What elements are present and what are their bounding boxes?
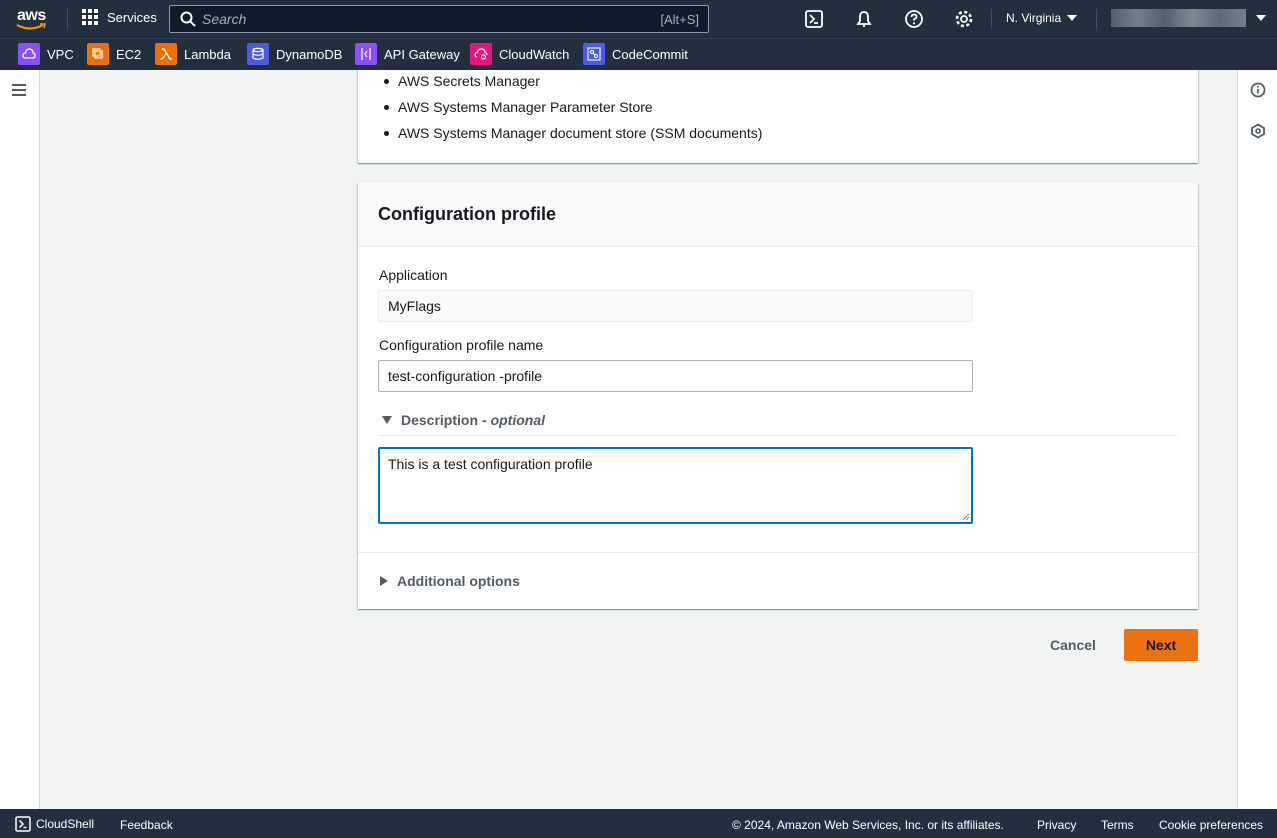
caret-down-icon bbox=[382, 416, 392, 424]
favorite-cloudwatch[interactable]: CloudWatch bbox=[470, 43, 569, 65]
description-expander[interactable]: Description - optional bbox=[382, 412, 545, 428]
search-placeholder: Search bbox=[202, 11, 247, 27]
footer: CloudShell Feedback © 2024, Amazon Web S… bbox=[0, 809, 1277, 838]
left-navigation-rail bbox=[0, 70, 40, 809]
favorites-bar: VPC EC2 Lambda DynamoDB API Gateway Clou… bbox=[0, 38, 1277, 70]
favorite-codecommit[interactable]: CodeCommit bbox=[583, 43, 688, 65]
nav-divider bbox=[67, 9, 68, 29]
main-content: AWS Secrets Manager AWS Systems Manager … bbox=[41, 70, 1237, 809]
divider bbox=[358, 552, 1198, 553]
services-menu-button[interactable]: Services bbox=[82, 9, 157, 25]
next-button[interactable]: Next bbox=[1124, 629, 1198, 661]
caret-down-icon bbox=[1067, 15, 1078, 21]
favorite-label: VPC bbox=[47, 46, 74, 62]
codecommit-icon bbox=[583, 43, 605, 65]
favorite-lambda[interactable]: Lambda bbox=[155, 43, 231, 65]
lambda-icon bbox=[155, 43, 177, 65]
application-field: MyFlags bbox=[378, 290, 973, 322]
account-caret-down-icon[interactable] bbox=[1256, 15, 1266, 21]
description-text: This is a test configuration profile bbox=[388, 456, 593, 472]
nav-divider bbox=[1096, 9, 1097, 29]
aws-logo[interactable]: aws bbox=[14, 6, 52, 32]
terms-link[interactable]: Terms bbox=[1101, 818, 1134, 832]
configuration-profile-panel: Configuration profile Application MyFlag… bbox=[358, 183, 1198, 609]
optional-hint: - optional bbox=[482, 412, 546, 428]
profile-name-input[interactable]: test-configuration -profile bbox=[378, 360, 973, 392]
source-list-card: AWS Secrets Manager AWS Systems Manager … bbox=[358, 70, 1198, 163]
privacy-link[interactable]: Privacy bbox=[1037, 818, 1076, 832]
list-item: AWS Secrets Manager bbox=[380, 70, 762, 96]
favorite-vpc[interactable]: VPC bbox=[18, 43, 74, 65]
favorite-label: API Gateway bbox=[384, 46, 460, 62]
dynamodb-icon bbox=[247, 43, 269, 65]
application-label: Application bbox=[379, 267, 448, 283]
source-list: AWS Secrets Manager AWS Systems Manager … bbox=[380, 70, 762, 148]
vpc-icon bbox=[18, 43, 40, 65]
description-textarea[interactable]: This is a test configuration profile bbox=[378, 447, 973, 524]
list-item: AWS Systems Manager document store (SSM … bbox=[380, 122, 762, 148]
ec2-icon bbox=[87, 43, 109, 65]
cloudshell-label: CloudShell bbox=[36, 817, 95, 831]
feedback-link[interactable]: Feedback bbox=[120, 818, 173, 832]
account-menu-redacted[interactable] bbox=[1111, 9, 1246, 27]
cloudwatch-icon bbox=[470, 43, 492, 65]
favorite-label: CodeCommit bbox=[612, 46, 688, 62]
description-label: Description bbox=[401, 412, 479, 428]
region-label: N. Virginia bbox=[1006, 11, 1062, 25]
info-icon[interactable] bbox=[1250, 82, 1266, 101]
nav-divider bbox=[991, 9, 992, 29]
favorite-label: DynamoDB bbox=[276, 46, 343, 62]
search-icon bbox=[180, 11, 196, 27]
copyright-text: © 2024, Amazon Web Services, Inc. or its… bbox=[732, 818, 1004, 832]
caret-right-icon bbox=[380, 576, 388, 586]
notifications-bell-icon[interactable] bbox=[854, 9, 874, 29]
search-shortcut: [Alt+S] bbox=[660, 11, 699, 27]
favorite-label: EC2 bbox=[116, 46, 142, 62]
cookie-preferences-link[interactable]: Cookie preferences bbox=[1159, 818, 1263, 832]
additional-options-label: Additional options bbox=[397, 573, 520, 589]
favorite-label: CloudWatch bbox=[499, 46, 570, 62]
favorite-label: Lambda bbox=[184, 46, 231, 62]
cloudshell-icon bbox=[15, 816, 31, 832]
settings-gear-icon[interactable] bbox=[954, 9, 974, 29]
panel-header: Configuration profile bbox=[358, 183, 1198, 247]
additional-options-expander[interactable]: Additional options bbox=[380, 573, 520, 589]
favorite-dynamodb[interactable]: DynamoDB bbox=[247, 43, 342, 65]
services-label: Services bbox=[107, 9, 157, 25]
search-input[interactable]: Search [Alt+S] bbox=[169, 5, 709, 33]
aws-smile-icon bbox=[16, 23, 46, 30]
favorite-api-gateway[interactable]: API Gateway bbox=[355, 43, 460, 65]
cloudshell-icon[interactable] bbox=[804, 9, 824, 29]
right-tools-rail bbox=[1237, 70, 1277, 809]
api-gateway-icon bbox=[355, 43, 377, 65]
top-navigation: aws Services Search [Alt+S] N. Virginia bbox=[0, 0, 1277, 38]
grid-icon bbox=[82, 9, 98, 25]
region-selector[interactable]: N. Virginia bbox=[1006, 11, 1078, 25]
cloudshell-button[interactable]: CloudShell bbox=[15, 816, 94, 832]
divider bbox=[378, 435, 1178, 436]
profile-name-label: Configuration profile name bbox=[379, 337, 544, 353]
favorite-ec2[interactable]: EC2 bbox=[87, 43, 141, 65]
resize-grip-icon[interactable] bbox=[962, 513, 970, 521]
help-icon[interactable] bbox=[904, 9, 924, 29]
panel-title: Configuration profile bbox=[378, 204, 556, 224]
hamburger-menu-icon[interactable] bbox=[11, 83, 27, 100]
list-item: AWS Systems Manager Parameter Store bbox=[380, 96, 762, 122]
resource-hexagon-icon[interactable] bbox=[1250, 123, 1266, 142]
cancel-button[interactable]: Cancel bbox=[1031, 629, 1115, 661]
